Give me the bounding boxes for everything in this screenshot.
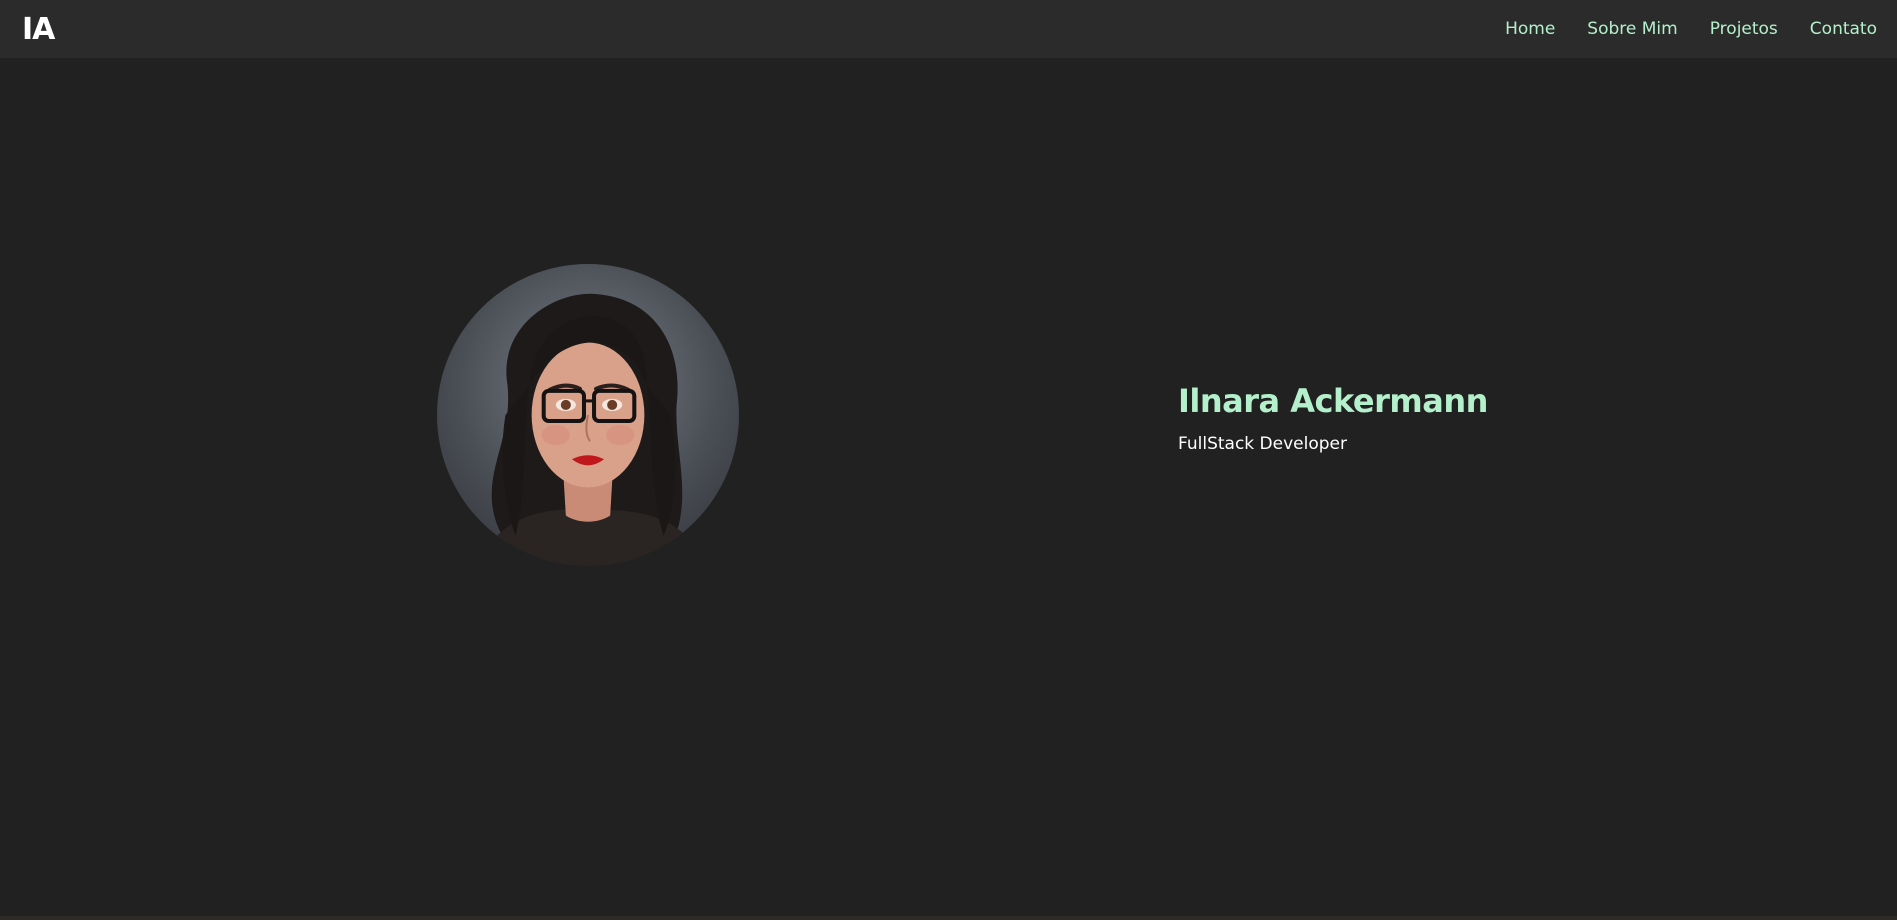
hero-role: FullStack Developer — [1178, 434, 1347, 454]
nav-link-sobre-mim[interactable]: Sobre Mim — [1587, 19, 1677, 39]
page-bottom-edge — [0, 916, 1897, 920]
nav-item-home: Home — [1505, 19, 1555, 39]
nav-item-contato: Contato — [1810, 19, 1877, 39]
nav-link-contato[interactable]: Contato — [1810, 19, 1877, 39]
navbar: IA Home Sobre Mim Projetos Contato — [0, 0, 1897, 58]
nav-item-projetos: Projetos — [1710, 19, 1778, 39]
nav-link-projetos[interactable]: Projetos — [1710, 19, 1778, 39]
portrait-illustration — [477, 293, 709, 566]
nav-menu: Home Sobre Mim Projetos Contato — [1505, 19, 1877, 39]
nav-link-home[interactable]: Home — [1505, 19, 1555, 39]
hero-section — [0, 58, 1897, 916]
nav-item-sobre-mim: Sobre Mim — [1587, 19, 1677, 39]
hero-text: Ilnara Ackermann FullStack Developer — [1178, 382, 1488, 454]
logo[interactable]: IA — [22, 12, 55, 47]
profile-avatar — [437, 264, 739, 566]
hero-name: Ilnara Ackermann — [1178, 382, 1488, 420]
